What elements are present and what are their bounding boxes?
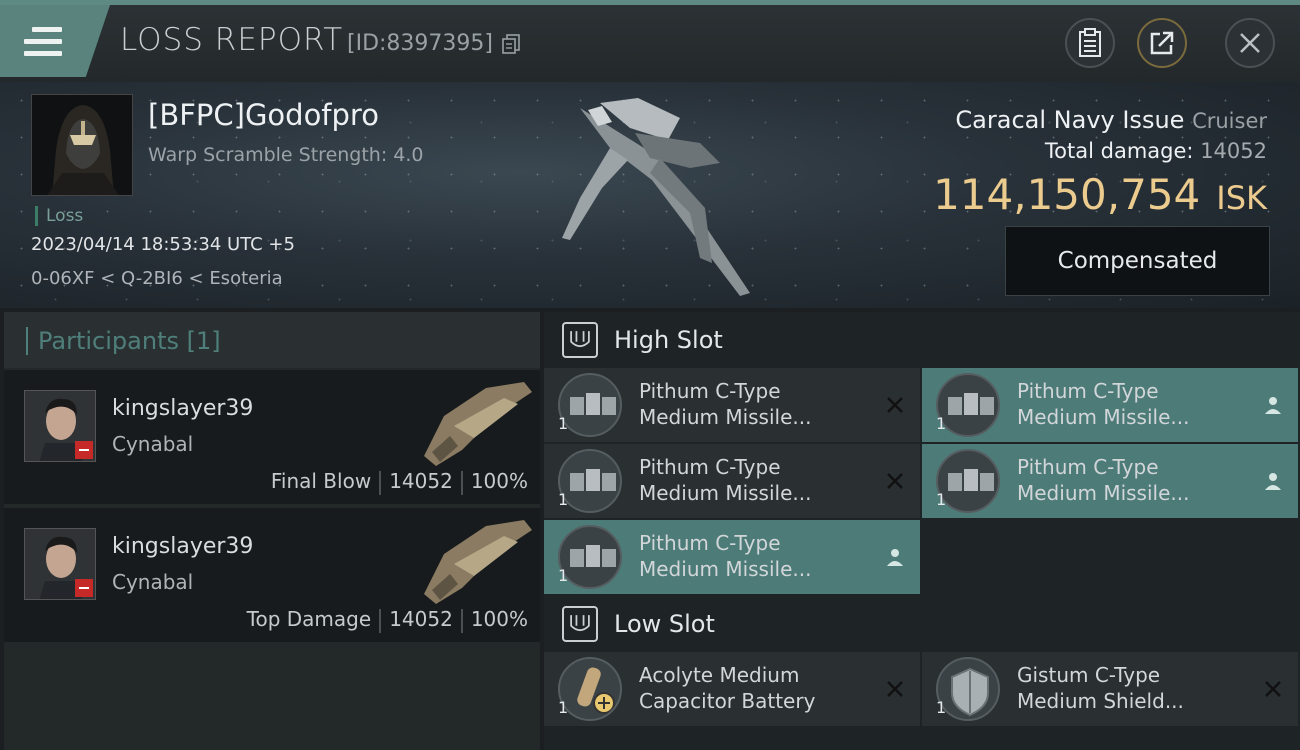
copy-icon[interactable] xyxy=(502,34,520,54)
participant-role: Final Blow xyxy=(270,469,372,493)
participant-ship: Cynabal xyxy=(112,570,194,594)
module-item[interactable]: 1 Pithum C-Type Medium Missile... xyxy=(922,368,1298,442)
participant-damage: 14052 xyxy=(389,469,453,493)
participant-stats: Final Blow 14052 100% xyxy=(271,469,528,495)
module-quantity: 1 xyxy=(936,698,947,717)
module-quantity: 1 xyxy=(558,490,569,509)
ship-class-text: Cruiser xyxy=(1192,109,1267,133)
low-slot-label: Low Slot xyxy=(614,610,715,638)
loss-location[interactable]: 0-06XF < Q-2BI6 < Esoteria xyxy=(31,268,283,289)
participant-percent: 100% xyxy=(470,469,528,493)
participants-title: Participants [1] xyxy=(26,327,221,355)
isk-value: 114,150,754 ISK xyxy=(933,170,1267,219)
top-accent-line xyxy=(0,0,1300,5)
module-name: Gistum C-Type Medium Shield... xyxy=(1017,663,1184,713)
close-icon xyxy=(1240,33,1260,53)
victim-ship-name[interactable]: Caracal Navy Issue Cruiser xyxy=(955,106,1267,134)
isk-unit: ISK xyxy=(1216,179,1267,217)
module-quantity: 1 xyxy=(558,698,569,717)
low-slot-icon xyxy=(562,606,598,642)
participant-role: Top Damage xyxy=(246,607,372,631)
clipboard-icon xyxy=(1079,28,1101,57)
module-quantity: 1 xyxy=(936,414,947,433)
participant-ship: Cynabal xyxy=(112,432,194,456)
module-item[interactable]: 1 Pithum C-Type Medium Missile... xyxy=(544,444,920,518)
destroyed-icon xyxy=(887,473,903,489)
share-button[interactable] xyxy=(1137,18,1187,68)
participants-panel: Participants [1] kingslayer39 Cynabal Fi… xyxy=(4,312,540,750)
dropped-person-icon xyxy=(1265,397,1281,414)
loss-summary: [BFPC]Godofpro Warp Scramble Strength: 4… xyxy=(0,82,1300,308)
module-item[interactable]: 1 Pithum C-Type Medium Missile... xyxy=(922,444,1298,518)
top-bar: LOSS REPORT [ID:8397395] xyxy=(0,0,1300,82)
victim-name[interactable]: [BFPC]Godofpro xyxy=(148,98,379,132)
high-slot-icon xyxy=(562,322,598,358)
module-quantity: 1 xyxy=(558,414,569,433)
low-slot-header: Low Slot xyxy=(544,596,1300,652)
participant-ship-image[interactable] xyxy=(414,514,538,606)
avatar xyxy=(24,390,96,462)
victim-portrait[interactable] xyxy=(31,94,133,196)
participant-card[interactable]: kingslayer39 Cynabal Final Blow 14052 100% xyxy=(4,370,540,504)
participant-damage: 14052 xyxy=(389,607,453,631)
hamburger-icon xyxy=(24,27,62,59)
module-item[interactable]: 1 Pithum C-Type Medium Missile... xyxy=(544,368,920,442)
participant-name[interactable]: kingslayer39 xyxy=(112,534,253,559)
module-item[interactable]: 1 Pithum C-Type Medium Missile... xyxy=(544,520,920,594)
participant-stats: Top Damage 14052 100% xyxy=(247,607,528,633)
warp-scramble-strength: Warp Scramble Strength: 4.0 xyxy=(148,144,424,166)
fitting-panel: High Slot 1 Pithum C-Type Medium Missile.… xyxy=(544,312,1300,750)
hostile-badge xyxy=(75,579,93,597)
module-name: Pithum C-Type Medium Missile... xyxy=(639,379,812,429)
module-name: Pithum C-Type Medium Missile... xyxy=(1017,455,1190,505)
module-name: Pithum C-Type Medium Missile... xyxy=(639,531,812,581)
total-damage-label: Total damage: xyxy=(1044,139,1194,163)
total-damage-value: 14052 xyxy=(1200,139,1267,163)
dropped-person-icon xyxy=(1265,473,1281,490)
module-name: Acolyte Medium Capacitor Battery xyxy=(639,663,816,713)
loss-status-tag: Loss xyxy=(35,206,83,226)
loss-datetime: 2023/04/14 18:53:34 UTC +5 xyxy=(31,234,295,255)
clipboard-button[interactable] xyxy=(1065,18,1115,68)
isk-amount: 114,150,754 xyxy=(933,170,1201,219)
module-name: Pithum C-Type Medium Missile... xyxy=(639,455,812,505)
report-id: [ID:8397395] xyxy=(347,31,493,56)
share-icon xyxy=(1150,31,1174,55)
destroyed-icon xyxy=(887,681,903,697)
destroyed-icon xyxy=(1265,681,1281,697)
module-quantity: 1 xyxy=(936,490,947,509)
dropped-person-icon xyxy=(887,549,903,566)
hostile-badge xyxy=(75,441,93,459)
avatar xyxy=(24,528,96,600)
module-quantity: 1 xyxy=(558,566,569,585)
participants-header: Participants [1] xyxy=(4,312,540,368)
module-item[interactable]: 1 Acolyte Medium Capacitor Battery xyxy=(544,652,920,726)
high-slot-header: High Slot xyxy=(544,312,1300,368)
participant-name[interactable]: kingslayer39 xyxy=(112,396,253,421)
participant-ship-image[interactable] xyxy=(414,376,538,468)
victim-ship-image[interactable] xyxy=(540,88,770,303)
high-slot-label: High Slot xyxy=(614,326,723,354)
participant-card[interactable]: kingslayer39 Cynabal Top Damage 14052 100% xyxy=(4,508,540,642)
module-item[interactable]: 1 Gistum C-Type Medium Shield... xyxy=(922,652,1298,726)
close-button[interactable] xyxy=(1225,18,1275,68)
menu-button[interactable] xyxy=(0,5,110,77)
compensated-button[interactable]: Compensated xyxy=(1005,226,1270,296)
ship-name-text: Caracal Navy Issue xyxy=(955,106,1185,134)
total-damage: Total damage: 14052 xyxy=(1045,139,1267,163)
module-name: Pithum C-Type Medium Missile... xyxy=(1017,379,1190,429)
page-title: LOSS REPORT xyxy=(120,22,344,58)
participant-percent: 100% xyxy=(470,607,528,631)
destroyed-icon xyxy=(887,397,903,413)
